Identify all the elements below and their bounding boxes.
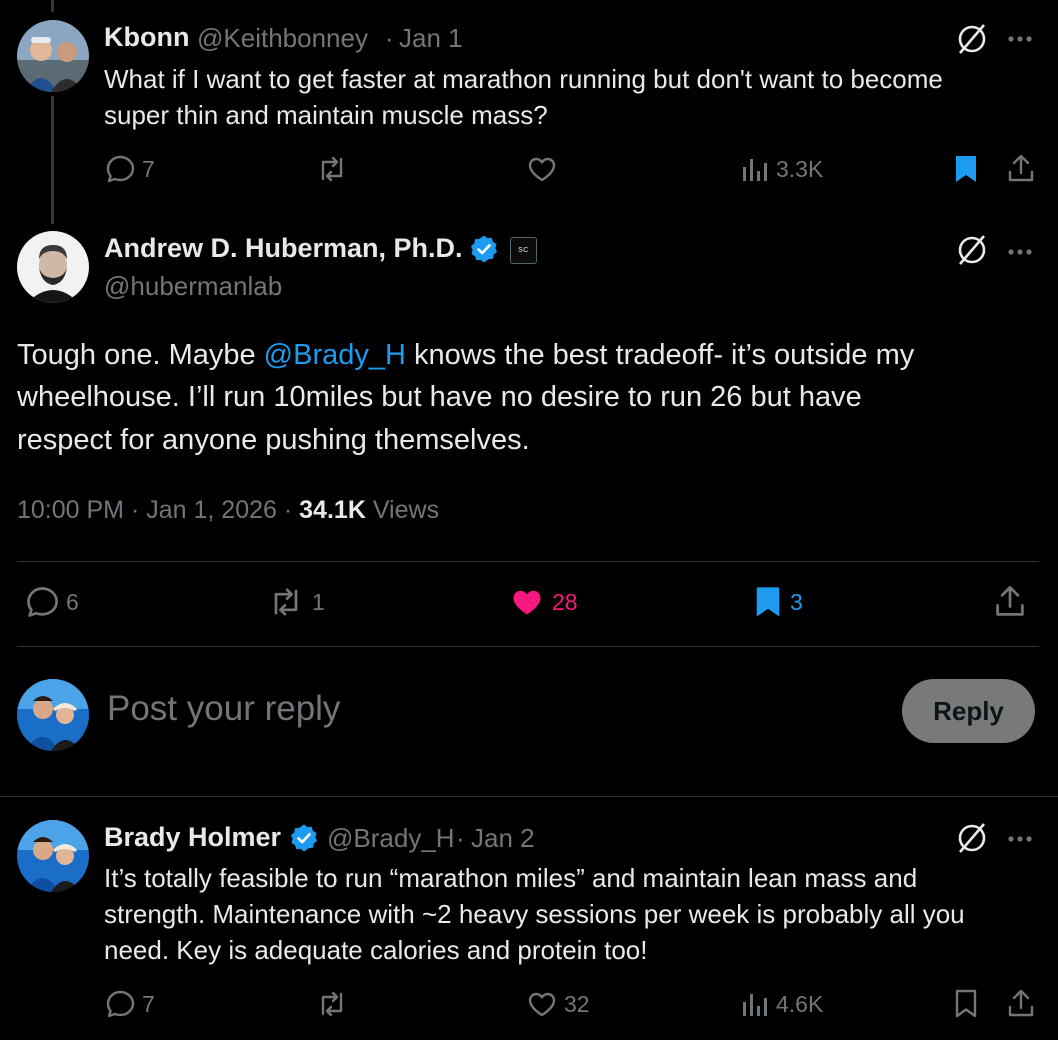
bookmark-button[interactable] bbox=[952, 153, 980, 185]
author-handle[interactable]: @Keithbonney bbox=[197, 23, 368, 54]
reply-button-label: Reply bbox=[933, 695, 1004, 726]
share-icon bbox=[1008, 154, 1034, 182]
separator-dot: · bbox=[130, 496, 140, 524]
reply-count: 6 bbox=[66, 588, 79, 615]
tweet-text-line: Tough one. Maybe @Brady_H knows the best… bbox=[17, 335, 914, 375]
verified-badge-icon[interactable] bbox=[469, 234, 499, 264]
author-name[interactable]: Brady Holmer bbox=[104, 822, 281, 853]
views-count: 4.6K bbox=[776, 990, 824, 1017]
bookmark-icon bbox=[955, 989, 977, 1018]
heart-filled-icon bbox=[513, 590, 541, 615]
tweet-date[interactable]: Jan 1 bbox=[399, 23, 463, 54]
reply-button[interactable]: Reply bbox=[902, 679, 1035, 743]
reply-input[interactable]: Post your reply bbox=[107, 689, 867, 729]
bookmark-filled-icon bbox=[756, 587, 780, 617]
action-bar: 6 1 28 3 bbox=[0, 584, 1058, 624]
tweet-text: Tough one. Maybe bbox=[17, 339, 264, 371]
analytics-icon bbox=[743, 159, 767, 181]
bookmark-button[interactable]: 3 bbox=[752, 584, 803, 620]
divider bbox=[0, 796, 1058, 797]
reply-icon bbox=[106, 990, 135, 1018]
share-icon bbox=[996, 586, 1024, 616]
tweet-meta: 10:00 PM · Jan 1, 2026 · 34.1K Views bbox=[17, 496, 439, 525]
like-button[interactable]: 28 bbox=[508, 584, 578, 620]
author-handle[interactable]: @Brady_H bbox=[327, 823, 455, 854]
like-count: 28 bbox=[552, 588, 578, 615]
views-count: 3.3K bbox=[776, 155, 824, 182]
affiliate-badge[interactable]: SC bbox=[510, 237, 537, 264]
heart-icon bbox=[528, 992, 556, 1017]
author-name[interactable]: Andrew D. Huberman, Ph.D. bbox=[104, 233, 463, 264]
views-button[interactable]: 3.3K bbox=[740, 153, 823, 185]
separator-dot: · bbox=[283, 496, 293, 524]
bookmark-filled-icon bbox=[956, 156, 976, 182]
tweet-text-line: respect for anyone pushing themselves. bbox=[17, 424, 530, 456]
action-bar: 7 3.3K bbox=[0, 153, 1058, 193]
thread-connector-line bbox=[51, 0, 54, 12]
share-icon bbox=[1008, 989, 1034, 1017]
share-button[interactable] bbox=[1006, 153, 1036, 185]
more-options-icon[interactable] bbox=[1007, 831, 1033, 849]
tweet-text-line: What if I want to get faster at marathon… bbox=[104, 64, 943, 94]
avatar[interactable] bbox=[17, 679, 89, 751]
bookmark-button[interactable] bbox=[952, 988, 980, 1020]
mention-link[interactable]: @Brady_H bbox=[264, 339, 406, 371]
tweet-text: knows the best tradeoff- it’s outside my bbox=[405, 339, 915, 371]
repost-icon bbox=[321, 991, 343, 1017]
share-button[interactable] bbox=[993, 584, 1027, 620]
reply-button[interactable]: 7 bbox=[104, 153, 155, 185]
share-button[interactable] bbox=[1006, 988, 1036, 1020]
tweet-time[interactable]: 10:00 PM bbox=[17, 496, 124, 524]
author-handle[interactable]: @hubermanlab bbox=[104, 271, 282, 302]
tweet-text-line: wheelhouse. I’ll run 10miles but have no… bbox=[17, 381, 862, 413]
more-options-icon[interactable] bbox=[1007, 244, 1033, 262]
repost-button[interactable]: 1 bbox=[266, 584, 325, 620]
tweet-date[interactable]: Jan 2 bbox=[471, 823, 535, 854]
heart-icon bbox=[528, 157, 556, 182]
reply-icon bbox=[106, 155, 135, 183]
views-button[interactable]: 4.6K bbox=[740, 988, 823, 1020]
reply-count: 7 bbox=[142, 155, 155, 182]
tweet-date[interactable]: Jan 1, 2026 bbox=[146, 496, 277, 524]
tweet-text-line: super thin and maintain muscle mass? bbox=[104, 100, 548, 130]
avatar[interactable] bbox=[17, 820, 89, 892]
tweet-text-line: strength. Maintenance with ~2 heavy sess… bbox=[104, 899, 965, 929]
like-button[interactable] bbox=[526, 153, 558, 185]
repost-button[interactable] bbox=[314, 153, 350, 185]
more-options-icon[interactable] bbox=[1007, 31, 1033, 49]
reply-button[interactable]: 6 bbox=[24, 584, 79, 620]
reply-count: 7 bbox=[142, 990, 155, 1017]
separator-dot: · bbox=[385, 23, 394, 53]
analytics-icon bbox=[743, 994, 767, 1016]
views-label: Views bbox=[372, 496, 440, 524]
avatar[interactable] bbox=[17, 231, 89, 303]
tweet-text-line: It’s totally feasible to run “marathon m… bbox=[104, 863, 918, 893]
divider bbox=[17, 646, 1039, 647]
author-name[interactable]: Kbonn bbox=[104, 22, 189, 53]
repost-icon bbox=[321, 156, 343, 182]
like-button[interactable]: 32 bbox=[526, 988, 590, 1020]
views-count[interactable]: 34.1K bbox=[299, 496, 366, 524]
tweet-text-line: need. Key is adequate calories and prote… bbox=[104, 935, 648, 965]
avatar[interactable] bbox=[17, 20, 89, 92]
grok-icon[interactable] bbox=[955, 22, 989, 56]
like-count: 32 bbox=[564, 990, 590, 1017]
action-bar: 7 32 4.6K bbox=[0, 988, 1058, 1028]
separator-dot: · bbox=[456, 823, 465, 853]
repost-count: 1 bbox=[312, 588, 325, 615]
reply-button[interactable]: 7 bbox=[104, 988, 155, 1020]
repost-button[interactable] bbox=[314, 988, 350, 1020]
affiliate-badge-label: SC bbox=[518, 247, 529, 254]
grok-icon[interactable] bbox=[955, 821, 989, 855]
repost-icon bbox=[274, 588, 298, 616]
grok-icon[interactable] bbox=[955, 233, 989, 267]
bookmark-count: 3 bbox=[790, 588, 803, 615]
verified-badge-icon[interactable] bbox=[289, 823, 319, 853]
divider bbox=[17, 561, 1039, 562]
reply-icon bbox=[27, 587, 58, 617]
